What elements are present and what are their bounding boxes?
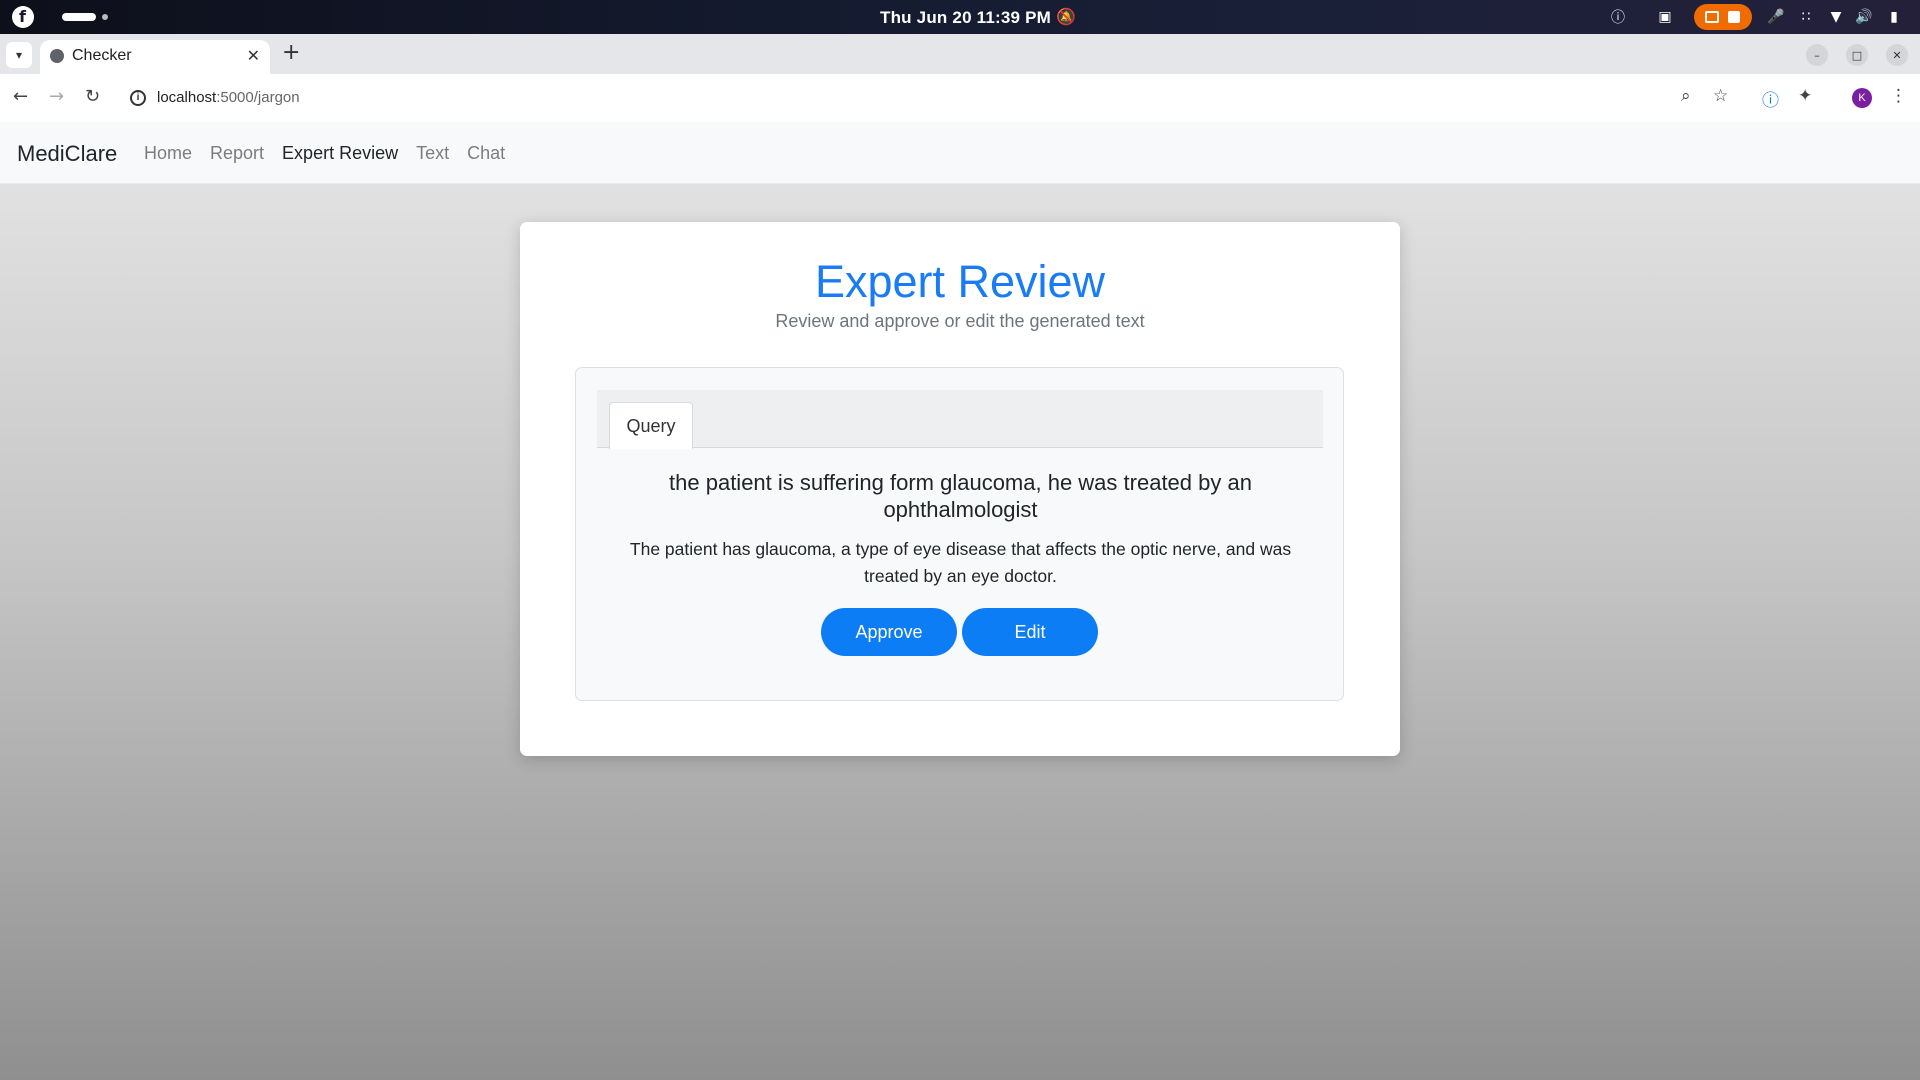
browser-toolbar: ← → ↻ i localhost:5000/jargon ⌕ ☆ ⓘ ✦ K … [0,74,1920,122]
workspace-indicator-active[interactable] [62,13,96,21]
volume-icon[interactable]: 🔊 [1854,6,1874,28]
extensions-puzzle-icon[interactable]: ✦ [1798,86,1812,106]
site-info-icon[interactable]: i [130,90,146,106]
microphone-icon[interactable]: 🎤 [1767,6,1784,28]
page-title: Expert Review [814,256,1106,307]
screencast-icon [1705,11,1719,23]
approve-button[interactable]: Approve [821,608,957,656]
browser-tab-checker[interactable]: Checker ✕ [40,40,270,74]
nav-link-home[interactable]: Home [144,143,192,164]
generated-text: The patient has glaucoma, a type of eye … [629,539,1292,586]
password-manager-extension-icon[interactable]: ⓘ [1762,86,1779,111]
close-tab-icon[interactable]: ✕ [247,46,260,65]
app-grid-icon[interactable]: ∷ [1796,6,1816,28]
fedora-logo-icon[interactable] [12,6,34,28]
review-tab-bar: Query [597,390,1323,449]
battery-icon[interactable]: ▮ [1884,6,1904,28]
site-navbar: MediClare Home Report Expert Review Text… [0,122,1920,184]
url-text[interactable]: localhost:5000/jargon [157,89,300,106]
nav-links: Home Report Expert Review Text Chat [144,143,505,164]
review-panel: Query the patient is suffering form glau… [575,367,1344,701]
clock[interactable]: Thu Jun 20 11:39 PM [880,8,1051,28]
nav-link-chat[interactable]: Chat [467,143,505,164]
os-top-bar: Thu Jun 20 11:39 PM 🔕 ⓘ ▣ 🎤 ∷ ▼ 🔊 ▮ [0,0,1920,34]
brand-logo-text[interactable]: MediClare [17,141,117,167]
screen-recording-indicator[interactable] [1694,4,1752,30]
stop-icon[interactable] [1728,11,1740,23]
close-window-icon[interactable]: ✕ [1886,44,1908,66]
bookmark-star-icon[interactable]: ☆ [1713,86,1728,106]
tab-query[interactable]: Query [609,402,693,449]
address-bar[interactable]: i localhost:5000/jargon [120,80,1742,116]
tab-search-chevron-down-icon[interactable]: ▾ [6,42,32,68]
new-tab-plus-icon[interactable]: + [282,40,300,65]
browser-tab-strip: ▾ Checker ✕ + – □ ✕ [0,34,1920,74]
discord-tray-icon[interactable]: ▣ [1654,6,1676,28]
notifications-muted-icon[interactable]: 🔕 [1056,7,1076,26]
query-text: the patient is suffering form glaucoma, … [669,470,1252,522]
tab-title: Checker [72,47,132,64]
workspace-indicator[interactable] [102,14,108,20]
wifi-icon[interactable]: ▼ [1826,6,1846,28]
nav-link-expert-review[interactable]: Expert Review [282,143,398,164]
reload-icon[interactable]: ↻ [85,86,100,107]
edit-button[interactable]: Edit [962,608,1098,656]
globe-favicon-icon [50,49,64,63]
action-buttons: Approve Edit [576,608,1343,656]
password-manager-tray-icon[interactable]: ⓘ [1608,6,1628,28]
expert-review-card: Expert Review Review and approve or edit… [520,222,1400,756]
back-arrow-icon[interactable]: ← [13,86,28,107]
forward-arrow-icon[interactable]: → [49,86,64,107]
nav-link-report[interactable]: Report [210,143,264,164]
zoom-magnifier-icon[interactable]: ⌕ [1681,86,1691,106]
browser-menu-kebab-icon[interactable]: ⋮ [1890,86,1907,106]
nav-link-text[interactable]: Text [416,143,449,164]
page-viewport: MediClare Home Report Expert Review Text… [0,122,1920,1080]
minimize-window-icon[interactable]: – [1806,44,1828,66]
profile-avatar[interactable]: K [1852,88,1872,108]
page-subtitle: Review and approve or edit the generated… [775,311,1145,331]
restore-window-icon[interactable]: □ [1846,44,1868,66]
